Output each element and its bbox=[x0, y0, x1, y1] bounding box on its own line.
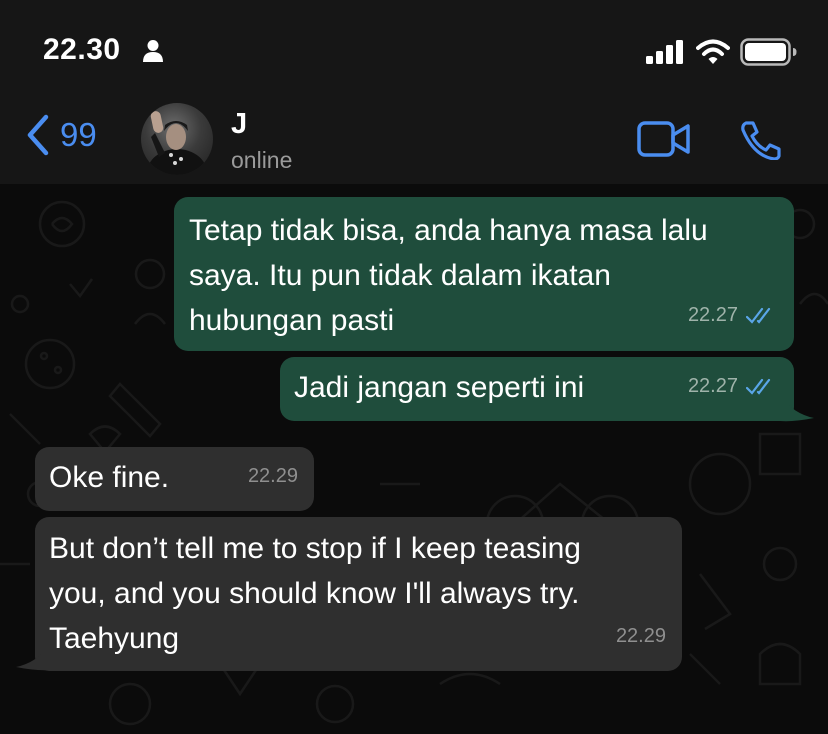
battery-icon bbox=[740, 38, 797, 66]
message-meta: 22.29 bbox=[616, 614, 666, 659]
contact-status: online bbox=[231, 147, 293, 173]
message-time: 22.29 bbox=[615, 625, 666, 647]
wifi-icon bbox=[696, 39, 730, 64]
message-text: Jadi jangan seperti ini bbox=[294, 371, 585, 404]
status-indicators bbox=[646, 38, 798, 66]
contact-name[interactable]: J bbox=[231, 108, 247, 141]
message-meta: 22.29 bbox=[248, 454, 298, 499]
double-check-icon bbox=[746, 307, 771, 324]
status-bar: 22.30 bbox=[0, 0, 828, 96]
phone-icon[interactable] bbox=[738, 120, 782, 160]
message-time: 22.27 bbox=[687, 304, 738, 326]
message-time: 22.29 bbox=[247, 465, 298, 487]
message-time: 22.27 bbox=[687, 375, 738, 397]
message-bubble-outgoing[interactable]: Tetap tidak bisa, anda hanya masa lalu s… bbox=[174, 197, 794, 351]
message-meta: 22.27 bbox=[688, 293, 776, 338]
avatar[interactable] bbox=[141, 103, 213, 175]
back-button[interactable]: 99 bbox=[26, 114, 97, 156]
double-check-icon bbox=[746, 378, 771, 395]
person-icon bbox=[143, 40, 163, 62]
back-chevron-icon bbox=[27, 114, 49, 156]
bubble-tail-outgoing bbox=[780, 396, 814, 422]
avatar-photo bbox=[147, 111, 207, 175]
unread-count: 99 bbox=[60, 116, 97, 153]
status-time: 22.30 bbox=[43, 33, 121, 66]
message-meta: 22.27 bbox=[688, 364, 776, 409]
bubble-tail-incoming bbox=[16, 645, 50, 671]
message-text: But don’t tell me to stop if I keep teas… bbox=[49, 532, 581, 655]
chat-header: 99 J online bbox=[0, 96, 828, 184]
signal-icon bbox=[646, 40, 683, 64]
message-text: Oke fine. bbox=[49, 461, 170, 494]
chat-area[interactable]: Tetap tidak bisa, anda hanya masa lalu s… bbox=[0, 184, 828, 734]
video-call-icon[interactable] bbox=[637, 121, 691, 157]
message-bubble-outgoing[interactable]: Jadi jangan seperti ini 22.27 bbox=[280, 357, 794, 421]
message-bubble-incoming[interactable]: But don’t tell me to stop if I keep teas… bbox=[35, 517, 682, 671]
message-bubble-incoming[interactable]: Oke fine. 22.29 bbox=[35, 447, 314, 511]
